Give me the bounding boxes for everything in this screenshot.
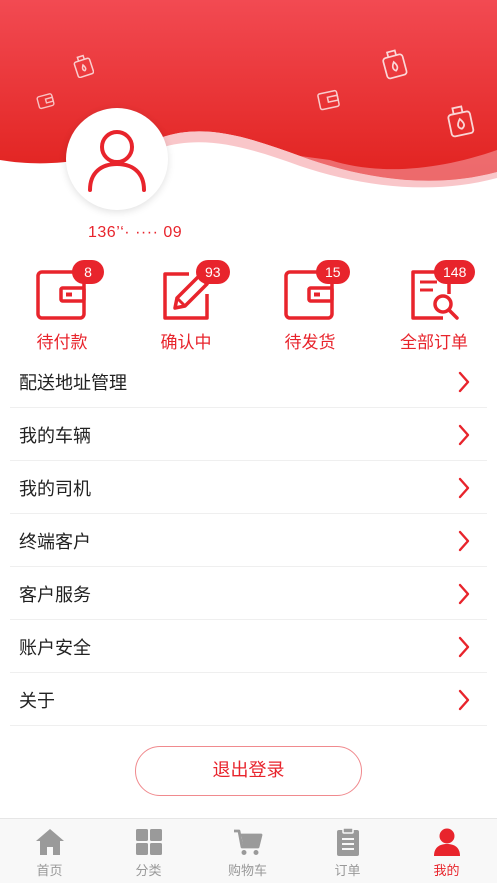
order-confirming[interactable]: 93 确认中 <box>136 258 236 356</box>
chevron-right-icon <box>458 636 470 658</box>
menu-item-label: 账户安全 <box>19 638 91 659</box>
order-pending-payment[interactable]: 8 待付款 <box>12 258 112 356</box>
header-background <box>0 0 497 188</box>
order-shortcuts: 8 待付款 93 确认中 15 待发货 148 全部订单 <box>0 258 497 356</box>
chevron-right-icon <box>458 371 470 393</box>
menu-item-my-drivers[interactable]: 我的司机 <box>10 461 487 514</box>
profile-page: 136’‘· ···· 09 8 待付款 93 确认中 15 待发货 148 全… <box>0 0 497 883</box>
order-count-badge: 15 <box>316 260 350 284</box>
oil-bottle-icon <box>382 49 408 80</box>
menu-item-label: 客户服务 <box>19 585 91 606</box>
home-icon <box>35 829 64 855</box>
menu-item-end-customers[interactable]: 终端客户 <box>10 514 487 567</box>
order-label: 待付款 <box>36 333 88 353</box>
wallet-deco-icon <box>36 93 55 110</box>
phone-number: 136’‘· ···· 09 <box>88 224 183 241</box>
oil-bottle-icon <box>447 105 475 138</box>
profile-header: 136’‘· ···· 09 <box>0 0 497 241</box>
tab-orders[interactable]: 订单 <box>298 819 397 883</box>
chevron-right-icon <box>458 583 470 605</box>
tab-label: 我的 <box>433 864 460 879</box>
menu-item-customer-service[interactable]: 客户服务 <box>10 567 487 620</box>
order-label: 待发货 <box>284 333 336 353</box>
order-all[interactable]: 148 全部订单 <box>384 258 484 356</box>
tab-home[interactable]: 首页 <box>0 819 99 883</box>
oil-bottle-icon <box>73 54 94 78</box>
tab-label: 首页 <box>36 864 63 879</box>
order-label: 全部订单 <box>400 333 468 353</box>
clipboard-icon <box>336 827 359 856</box>
tab-label: 分类 <box>135 864 162 879</box>
tab-mine[interactable]: 我的 <box>397 819 496 883</box>
avatar[interactable] <box>66 108 168 210</box>
tab-category[interactable]: 分类 <box>99 819 198 883</box>
menu-item-account-security[interactable]: 账户安全 <box>10 620 487 673</box>
menu-item-my-vehicles[interactable]: 我的车辆 <box>10 408 487 461</box>
chevron-right-icon <box>458 530 470 552</box>
wallet-deco-icon <box>317 89 340 111</box>
chevron-right-icon <box>458 424 470 446</box>
tab-label: 订单 <box>334 864 361 879</box>
menu-list: 配送地址管理 我的车辆 我的司机 终端客户 客户服务 账户安全 关于 <box>0 355 497 726</box>
user-icon <box>433 828 460 856</box>
order-count-badge: 8 <box>72 260 104 284</box>
menu-item-label: 我的车辆 <box>19 426 91 447</box>
logout-button[interactable]: 退出登录 <box>135 746 362 796</box>
menu-item-label: 我的司机 <box>19 479 91 500</box>
order-count-badge: 93 <box>196 260 230 284</box>
menu-item-label: 配送地址管理 <box>19 373 127 394</box>
order-count-badge: 148 <box>434 260 476 284</box>
chevron-right-icon <box>458 689 470 711</box>
order-awaiting-shipment[interactable]: 15 待发货 <box>260 258 360 356</box>
menu-item-label: 终端客户 <box>19 532 91 553</box>
cart-icon <box>233 829 262 855</box>
user-icon <box>88 130 146 192</box>
grid-icon <box>135 829 162 855</box>
bottom-tab-bar: 首页 分类 购物车 订单 我的 <box>0 818 497 883</box>
menu-item-about[interactable]: 关于 <box>10 673 487 726</box>
tab-label: 购物车 <box>227 864 267 879</box>
menu-item-delivery-address[interactable]: 配送地址管理 <box>10 355 487 408</box>
tab-cart[interactable]: 购物车 <box>198 819 297 883</box>
menu-item-label: 关于 <box>19 691 55 712</box>
order-label: 确认中 <box>160 333 212 353</box>
chevron-right-icon <box>458 477 470 499</box>
